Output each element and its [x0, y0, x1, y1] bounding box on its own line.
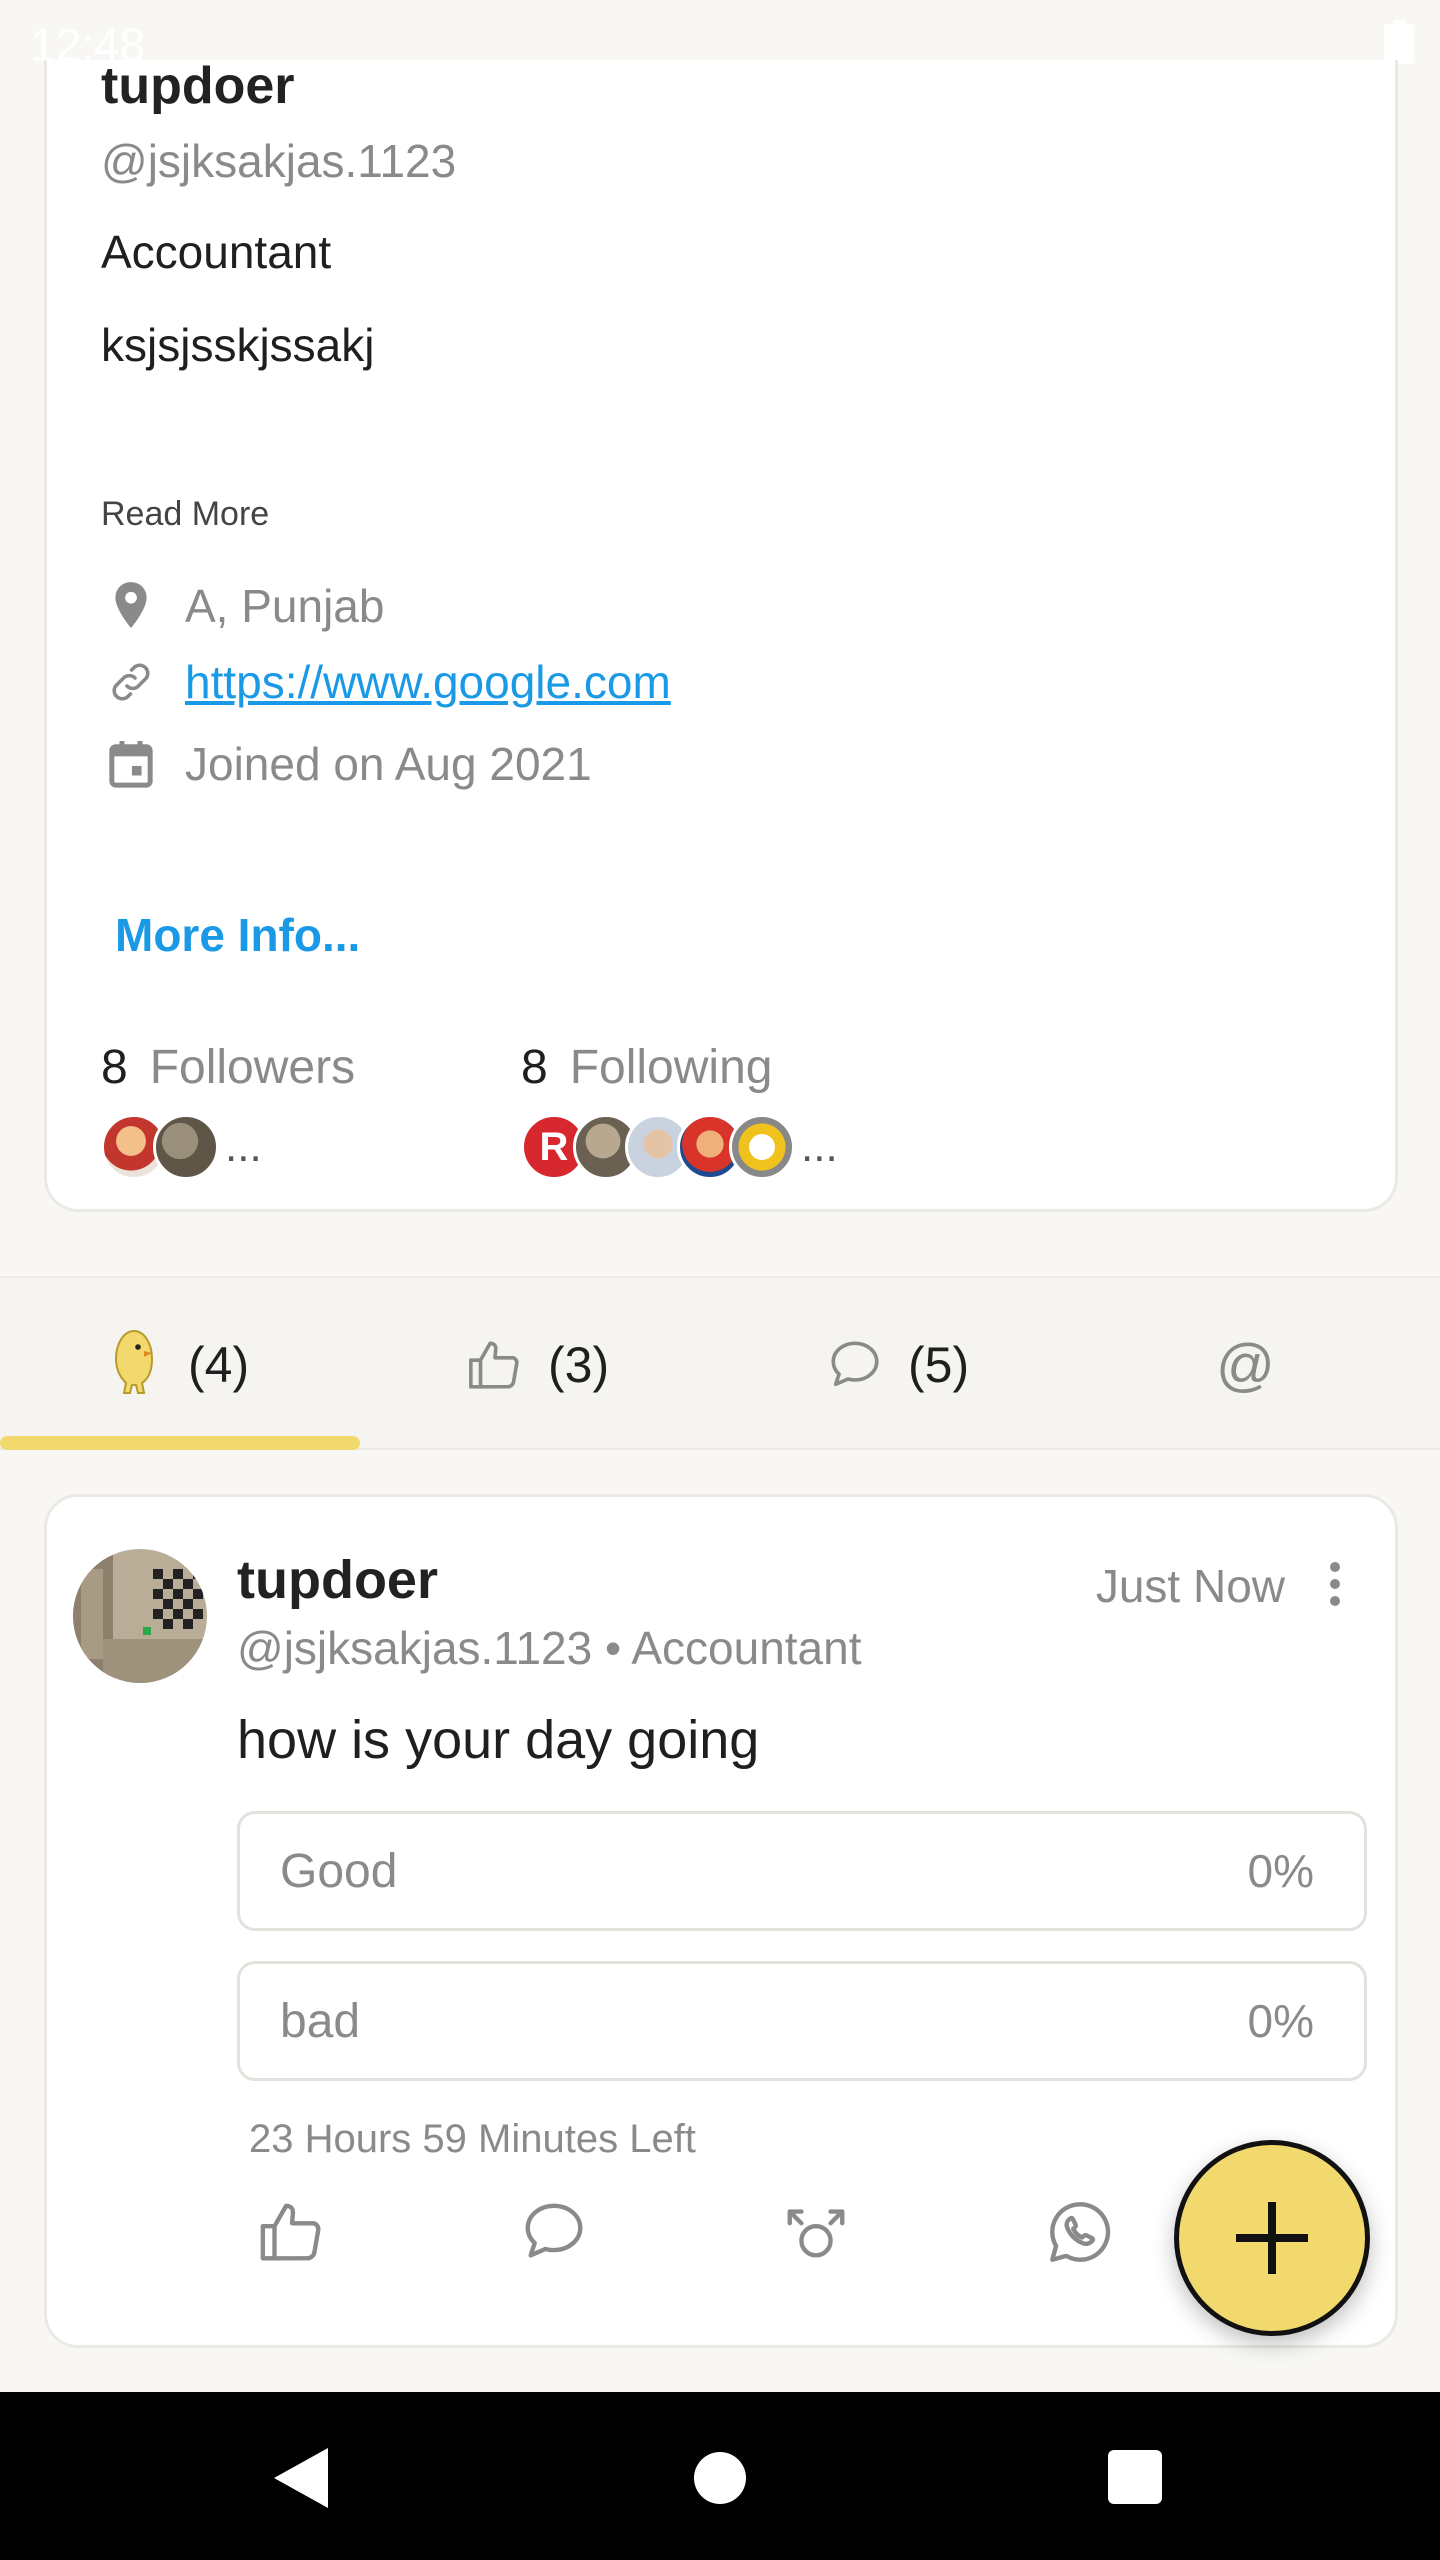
thumbs-up-icon: [469, 1341, 519, 1389]
whatsapp-icon[interactable]: [1045, 2197, 1115, 2267]
followers-avatars[interactable]: ...: [101, 1114, 262, 1180]
comment-icon[interactable]: [519, 2197, 589, 2267]
poll-option-percent: 0%: [1247, 1845, 1314, 1897]
following-number: 8: [521, 1041, 548, 1094]
like-icon[interactable]: [257, 2197, 327, 2267]
poll-option[interactable]: Good 0%: [237, 1811, 1367, 1931]
poll-option-label: Good: [280, 1844, 398, 1898]
poll-time-left: 23 Hours 59 Minutes Left: [249, 2117, 696, 2161]
following-label: Following: [569, 1041, 773, 1094]
recents-icon[interactable]: [1108, 2450, 1162, 2504]
back-icon[interactable]: [270, 2446, 330, 2510]
following-avatars[interactable]: R ...: [521, 1114, 838, 1180]
tab-mentions[interactable]: @: [1216, 1278, 1275, 1452]
tab-koos-label: (4): [188, 1337, 250, 1393]
avatar: [729, 1114, 795, 1180]
plus-icon: [1236, 2202, 1308, 2274]
profile-name: tupdoer: [101, 60, 295, 115]
post-author-meta: @jsjksakjas.1123 • Accountant: [237, 1622, 862, 1674]
post-author-avatar[interactable]: [73, 1549, 207, 1683]
followers-label: Followers: [149, 1041, 356, 1094]
link-icon: [101, 652, 161, 712]
post-author-name[interactable]: tupdoer: [237, 1549, 438, 1611]
poll-option-percent: 0%: [1247, 1995, 1314, 2047]
profile-tabs: (4) (3) (5) @: [0, 1276, 1440, 1450]
avatar: [153, 1114, 219, 1180]
tab-comments-label: (5): [908, 1337, 970, 1393]
followers-count[interactable]: 8 Followers: [101, 1040, 355, 1095]
tab-comments[interactable]: (5): [826, 1278, 969, 1452]
more-info-link[interactable]: More Info...: [115, 908, 360, 962]
calendar-icon: [101, 734, 161, 794]
compose-fab-button[interactable]: [1174, 2140, 1370, 2336]
post-timestamp: Just Now: [1095, 1560, 1285, 1612]
location-pin-icon: [101, 576, 161, 636]
profile-card: tupdoer @jsjksakjas.1123 Accountant ksjs…: [44, 60, 1398, 1212]
location-row: A, Punjab: [101, 576, 384, 636]
joined-text: Joined on Aug 2021: [185, 738, 592, 790]
website-row[interactable]: https://www.google.com: [101, 652, 671, 712]
comment-icon: [831, 1341, 879, 1387]
read-more-link[interactable]: Read More: [101, 495, 269, 534]
following-count[interactable]: 8 Following: [521, 1040, 772, 1095]
profile-occupation: Accountant: [101, 226, 332, 278]
koo-bird-icon: [114, 1329, 154, 1394]
following-more: ...: [801, 1122, 838, 1171]
more-options-icon[interactable]: [1325, 1559, 1345, 1609]
system-nav-bar: [0, 2392, 1440, 2560]
joined-row: Joined on Aug 2021: [101, 734, 592, 794]
poll-option[interactable]: bad 0%: [237, 1961, 1367, 2081]
tab-active-indicator: [0, 1436, 360, 1450]
followers-more: ...: [225, 1122, 262, 1171]
location-text: A, Punjab: [185, 580, 385, 632]
tab-likes[interactable]: (3): [466, 1278, 609, 1452]
followers-number: 8: [101, 1041, 128, 1094]
battery-icon: [1384, 20, 1414, 64]
rekoo-icon[interactable]: [781, 2197, 851, 2267]
profile-handle: @jsjksakjas.1123: [101, 135, 457, 187]
home-icon[interactable]: [694, 2452, 746, 2504]
tab-koos[interactable]: (4): [104, 1278, 249, 1452]
tab-likes-label: (3): [548, 1337, 610, 1393]
poll-question: how is your day going: [237, 1710, 760, 1770]
mention-icon: @: [1216, 1332, 1275, 1398]
poll-option-label: bad: [280, 1994, 361, 2048]
website-link[interactable]: https://www.google.com: [185, 655, 671, 709]
profile-bio: ksjsjsskjssakj: [101, 319, 375, 371]
